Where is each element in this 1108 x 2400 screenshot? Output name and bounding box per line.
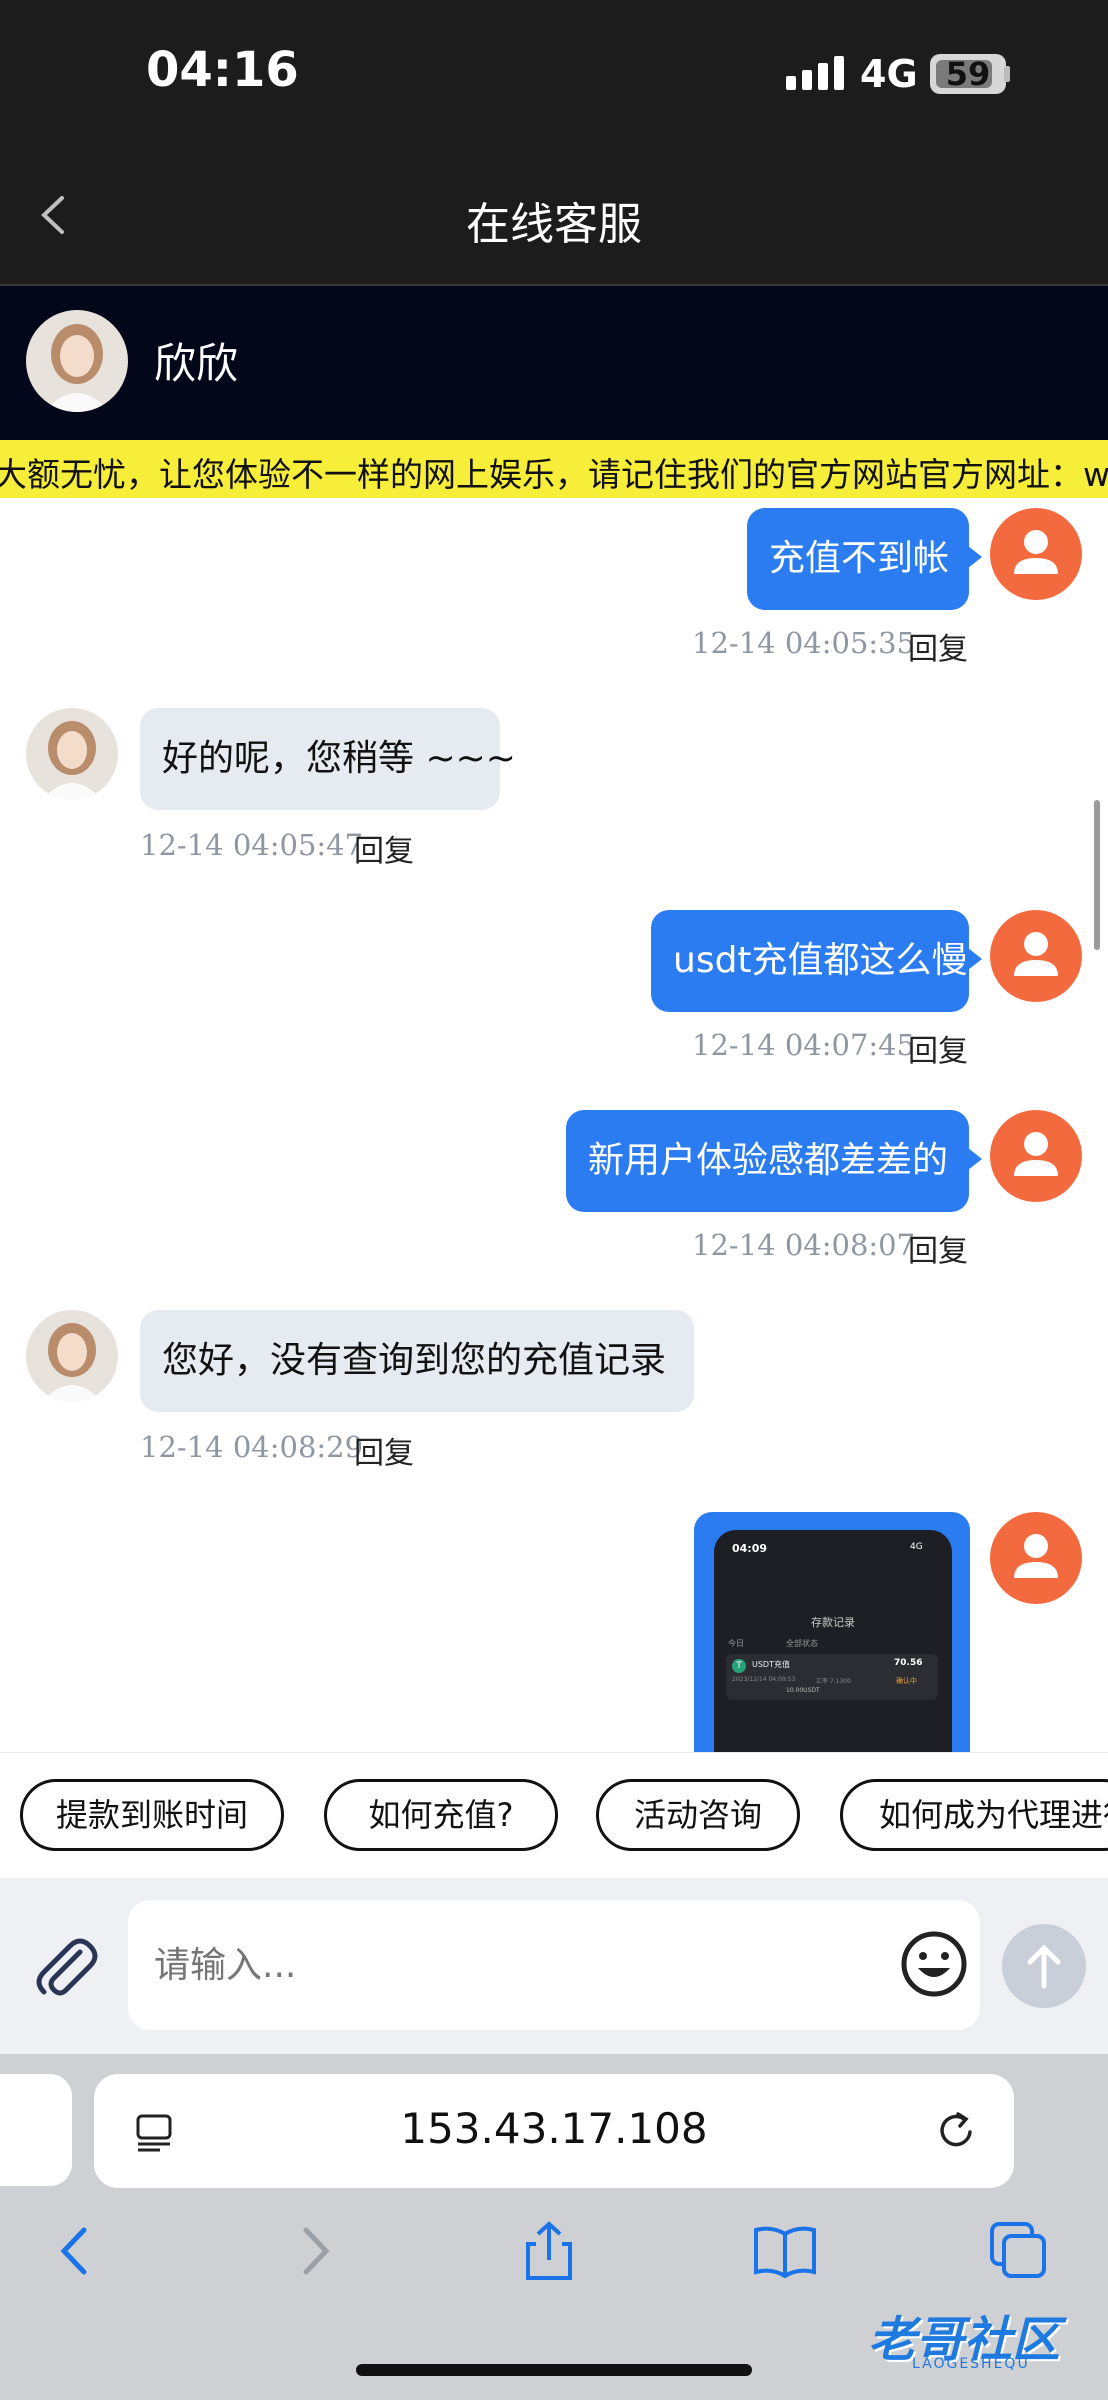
bubble-tail bbox=[968, 546, 982, 568]
preview-record-amount: 70.56 bbox=[894, 1658, 923, 1668]
bubble-tail bbox=[968, 1148, 982, 1170]
watermark-subtext: LAOGESHEQU bbox=[912, 2356, 1030, 2372]
agent-avatar bbox=[26, 1310, 118, 1402]
message-time: 12-14 04:05:35 bbox=[692, 626, 916, 660]
preview-filter-date: 今日 bbox=[728, 1639, 744, 1648]
status-bar: 04:16 4G 59 bbox=[0, 0, 1108, 150]
message-time: 12-14 04:05:47 bbox=[140, 828, 364, 862]
preview-record-rate: 汇率 7.1300 bbox=[816, 1678, 851, 1685]
agent-header: 欣欣 bbox=[0, 286, 1108, 440]
attachment-icon[interactable] bbox=[28, 1930, 104, 2006]
send-button[interactable] bbox=[1002, 1924, 1086, 2008]
message-input[interactable] bbox=[128, 1900, 980, 2030]
screenshot-preview: 04:09 4G 存款记录 今日 全部状态 T USDT充值 70.56 202… bbox=[714, 1530, 952, 1752]
message-bubble-agent[interactable]: 好的呢，您稍等 ~~~ bbox=[140, 708, 516, 810]
user-avatar bbox=[990, 508, 1082, 600]
clock: 04:16 bbox=[146, 42, 299, 98]
user-avatar bbox=[990, 1110, 1082, 1202]
message-bubble-agent[interactable]: 您好，没有查询到您的充值记录 bbox=[140, 1310, 694, 1412]
battery-percent: 59 bbox=[945, 55, 991, 93]
usdt-icon: T bbox=[732, 1659, 746, 1673]
message-bubble-user[interactable]: 新用户体验感都差差的 bbox=[566, 1110, 969, 1212]
previous-tab-preview[interactable] bbox=[0, 2074, 72, 2186]
network-type: 4G bbox=[860, 52, 918, 96]
message-input-bar bbox=[0, 1878, 1108, 2054]
share-icon[interactable] bbox=[514, 2216, 584, 2286]
tabs-icon[interactable] bbox=[984, 2216, 1054, 2286]
announcement-marquee: 大额无忧，让您体验不一样的网上娱乐，请记住我们的官方网站官方网址：w bbox=[0, 440, 1108, 498]
nav-bar: 在线客服 bbox=[0, 150, 1108, 286]
scrollbar[interactable] bbox=[1094, 800, 1100, 950]
announcement-text: 大额无忧，让您体验不一样的网上娱乐，请记住我们的官方网站官方网址：w bbox=[0, 455, 1108, 494]
user-icon bbox=[1014, 530, 1058, 574]
browser-back-icon[interactable] bbox=[40, 2216, 110, 2286]
user-avatar bbox=[990, 1512, 1082, 1604]
quick-reply-promotions[interactable]: 活动咨询 bbox=[596, 1779, 800, 1851]
quick-reply-how-to-deposit[interactable]: 如何充值? bbox=[324, 1779, 558, 1851]
url-text: 153.43.17.108 bbox=[400, 2104, 708, 2153]
page-title: 在线客服 bbox=[466, 199, 642, 250]
bubble-tail bbox=[968, 948, 982, 970]
browser-forward-icon[interactable] bbox=[280, 2216, 350, 2286]
reply-button[interactable]: 回复 bbox=[908, 1226, 968, 1270]
message-bubble-user[interactable]: 充值不到帐 bbox=[747, 508, 969, 610]
preview-record-usdt: 10.00USDT bbox=[786, 1687, 820, 1694]
agent-avatar bbox=[26, 310, 128, 412]
message-time: 12-14 04:07:45 bbox=[692, 1028, 916, 1062]
reply-button[interactable]: 回复 bbox=[354, 1428, 414, 1472]
agent-name: 欣欣 bbox=[154, 339, 239, 388]
arrow-up-icon bbox=[1027, 1944, 1061, 1989]
quick-reply-become-agent[interactable]: 如何成为代理进行 bbox=[840, 1779, 1108, 1851]
message-time: 12-14 04:08:07 bbox=[692, 1228, 916, 1262]
message-image[interactable]: 04:09 4G 存款记录 今日 全部状态 T USDT充值 70.56 202… bbox=[694, 1512, 970, 1752]
preview-record-label: USDT充值 bbox=[752, 1660, 790, 1669]
quick-reply-withdraw-time[interactable]: 提款到账时间 bbox=[20, 1779, 284, 1851]
reload-icon[interactable] bbox=[934, 2108, 980, 2154]
emoji-icon[interactable] bbox=[898, 1928, 970, 2000]
user-avatar bbox=[990, 910, 1082, 1002]
preview-filter-status: 全部状态 bbox=[786, 1639, 818, 1648]
bookmarks-icon[interactable] bbox=[750, 2216, 820, 2286]
preview-record-date: 2023/12/14 04:09:53 bbox=[732, 1676, 796, 1683]
user-icon bbox=[1014, 932, 1058, 976]
preview-record: T USDT充值 70.56 2023/12/14 04:09:53 汇率 7.… bbox=[726, 1654, 938, 1700]
quick-replies-bar: 提款到账时间 如何充值? 活动咨询 如何成为代理进行 bbox=[0, 1752, 1108, 1877]
battery-tip bbox=[1004, 66, 1010, 82]
user-icon bbox=[1014, 1534, 1058, 1578]
preview-record-status: 确认中 bbox=[896, 1677, 917, 1685]
battery-icon: 59 bbox=[930, 54, 1006, 94]
reply-button[interactable]: 回复 bbox=[908, 624, 968, 668]
reply-button[interactable]: 回复 bbox=[354, 826, 414, 870]
preview-time: 04:09 bbox=[732, 1542, 768, 1555]
home-indicator[interactable] bbox=[356, 2364, 752, 2376]
preview-title: 存款记录 bbox=[811, 1616, 855, 1629]
preview-network: 4G bbox=[910, 1542, 923, 1552]
address-bar[interactable]: 153.43.17.108 bbox=[94, 2074, 1014, 2188]
reply-button[interactable]: 回复 bbox=[908, 1026, 968, 1070]
user-icon bbox=[1014, 1132, 1058, 1176]
message-bubble-user[interactable]: usdt充值都这么慢 bbox=[651, 910, 969, 1012]
agent-avatar bbox=[26, 708, 118, 800]
signal-icon bbox=[786, 56, 844, 90]
message-time: 12-14 04:08:29 bbox=[140, 1430, 364, 1464]
